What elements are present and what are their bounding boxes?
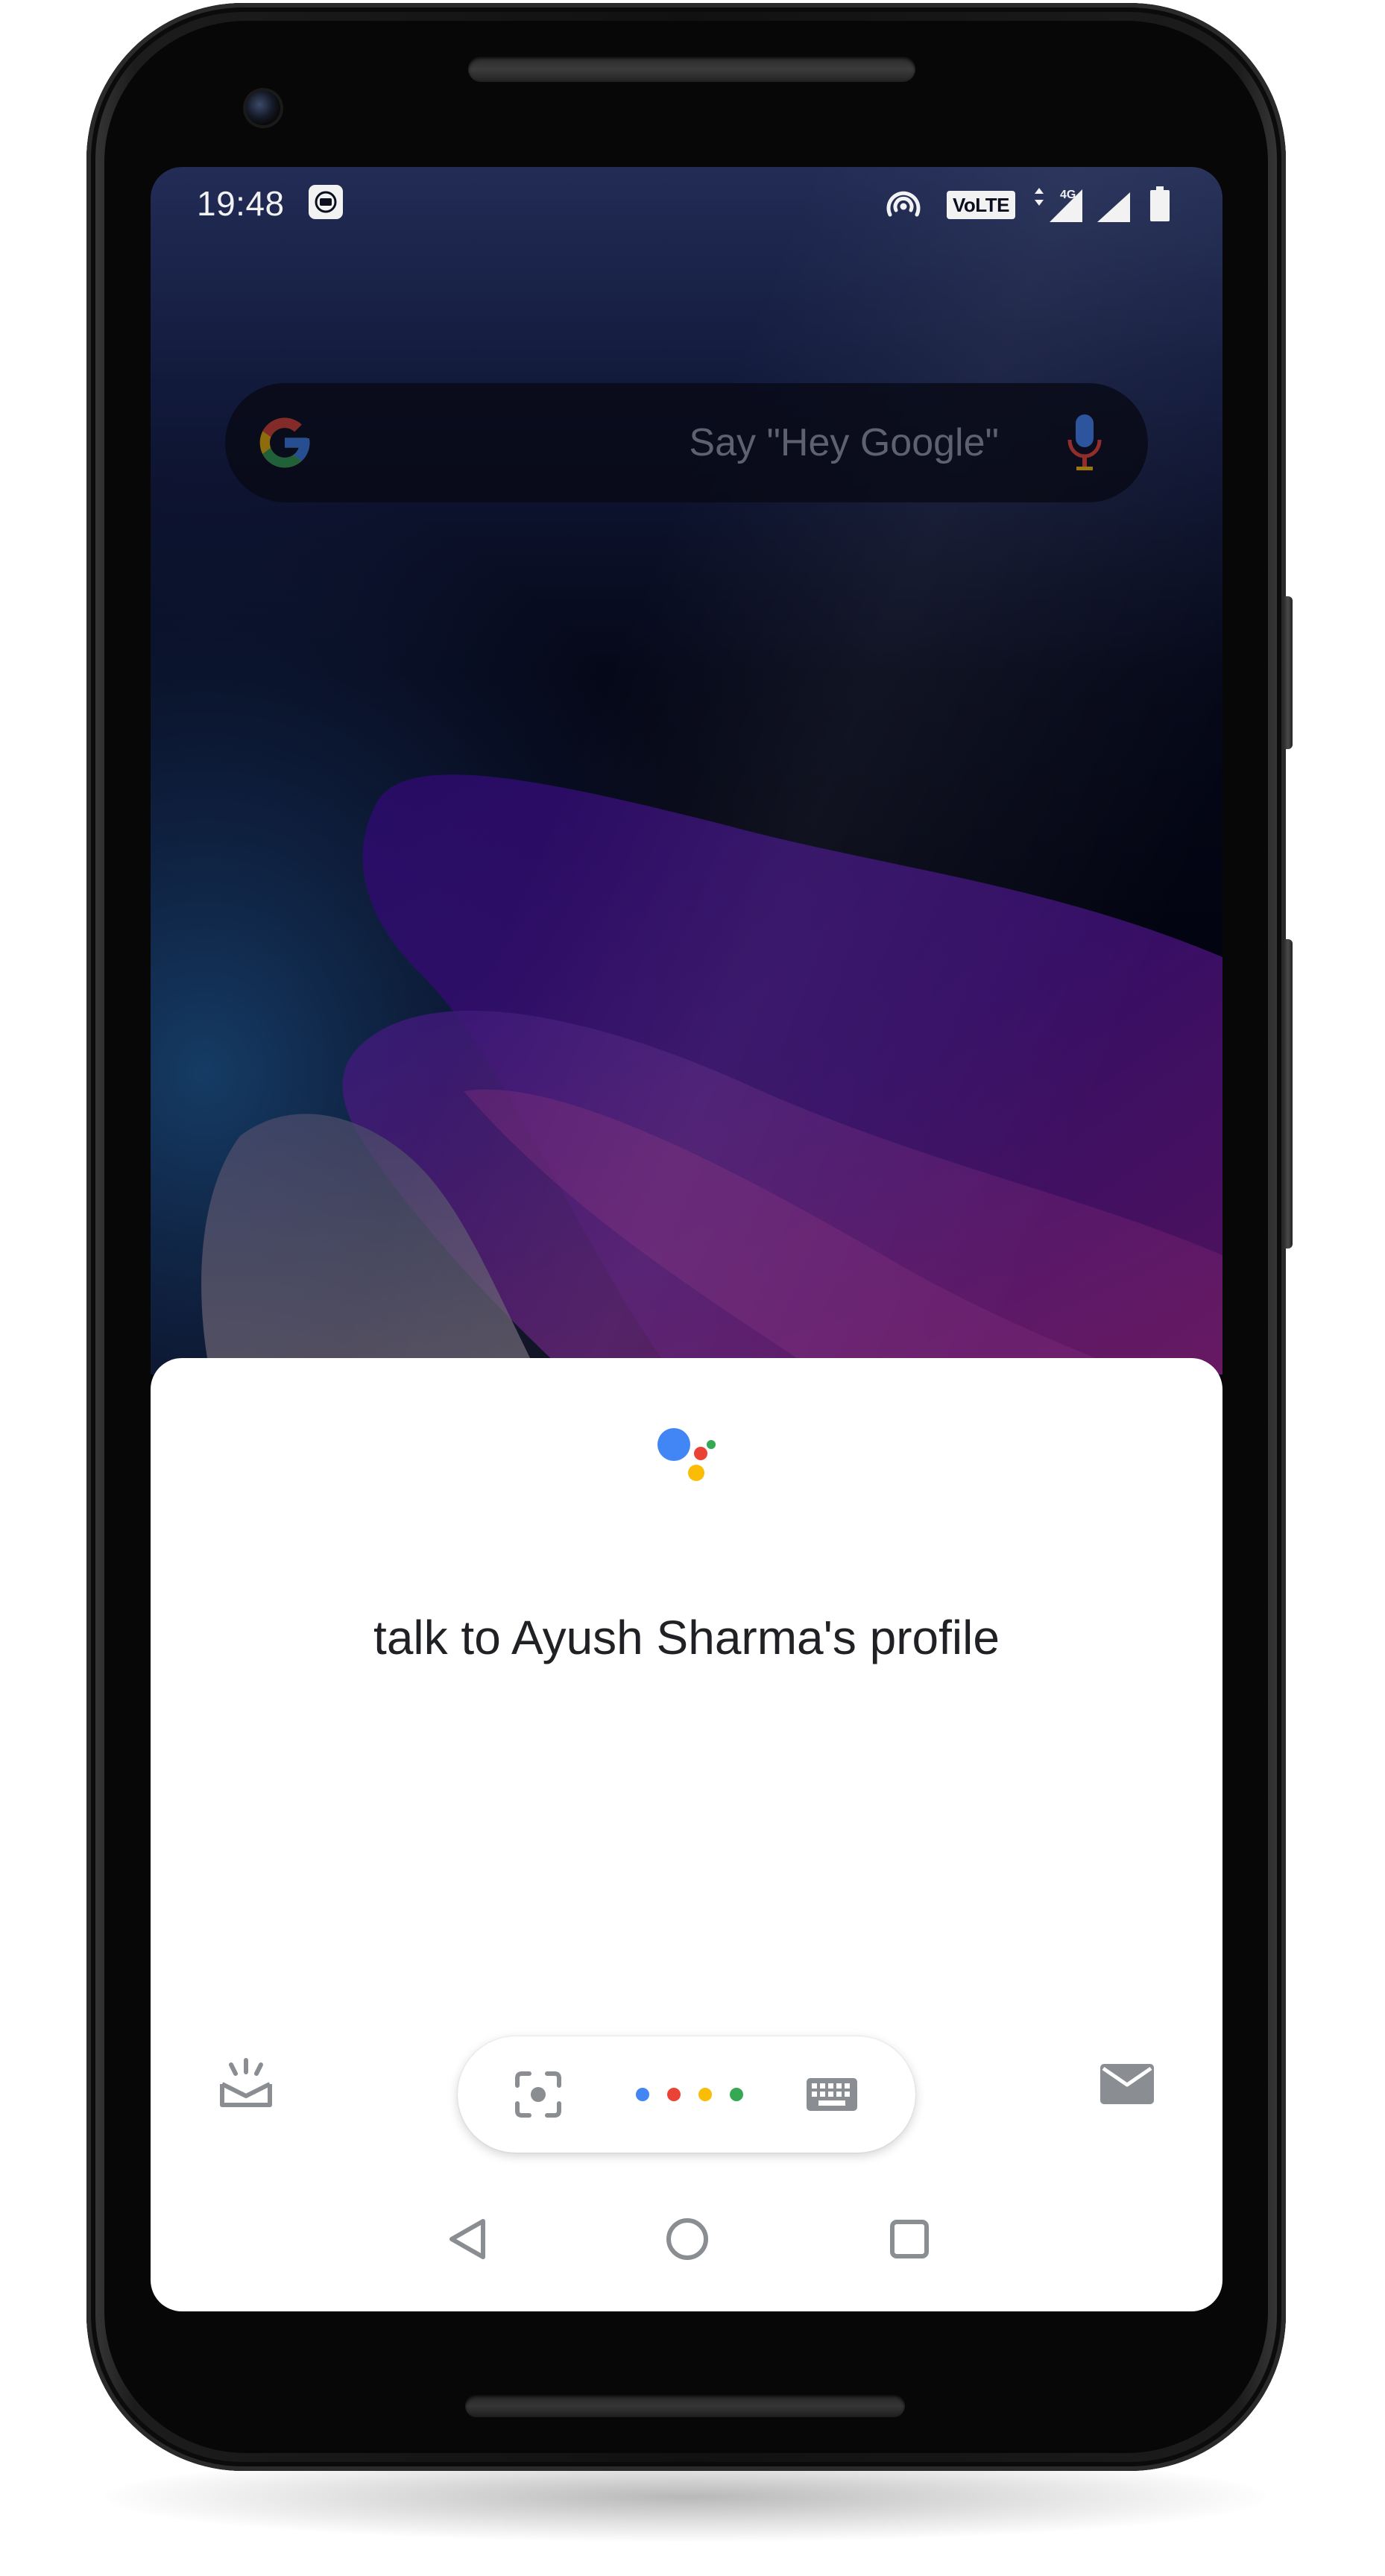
microphone-icon[interactable] [1066,413,1103,473]
google-g-icon [259,417,310,468]
explore-icon[interactable] [218,2057,274,2109]
signal-icon [1097,192,1130,222]
battery-icon [1150,186,1170,221]
home-icon[interactable] [665,2217,710,2261]
recents-icon[interactable] [889,2218,930,2260]
front-camera [246,91,280,125]
google-assistant-logo-icon [657,1428,716,1481]
hotspot-icon [886,191,921,217]
google-search-bar[interactable]: Say "Hey Google" [225,383,1148,502]
lens-icon[interactable] [514,2071,562,2118]
wallpaper: 19:48 VoLTE 4G Say "Hey Google" [151,167,1222,1374]
back-icon[interactable] [446,2217,488,2261]
power-button [1284,596,1293,749]
search-hint: Say "Hey Google" [689,421,999,464]
network-type-label: 4G [1060,189,1076,201]
bottom-speaker [465,2395,905,2417]
volume-button [1284,939,1293,1248]
status-time: 19:48 [197,184,285,223]
signal-4g-icon: 4G [1035,188,1082,222]
keyboard-icon[interactable] [805,2077,859,2112]
listening-dots-icon[interactable] [634,2086,745,2103]
spoken-query-text: talk to Ayush Sharma's profile [373,1611,1000,1664]
earpiece-speaker [468,57,915,82]
screen: 19:48 VoLTE 4G Say "Hey Google" talk to … [151,167,1222,2311]
volte-badge: VoLTE [947,191,1015,219]
assistant-input-pill [458,2036,915,2153]
screen-record-icon [309,185,343,219]
mail-icon[interactable] [1099,2062,1155,2106]
assistant-panel: talk to Ayush Sharma's profile [151,1358,1222,2311]
